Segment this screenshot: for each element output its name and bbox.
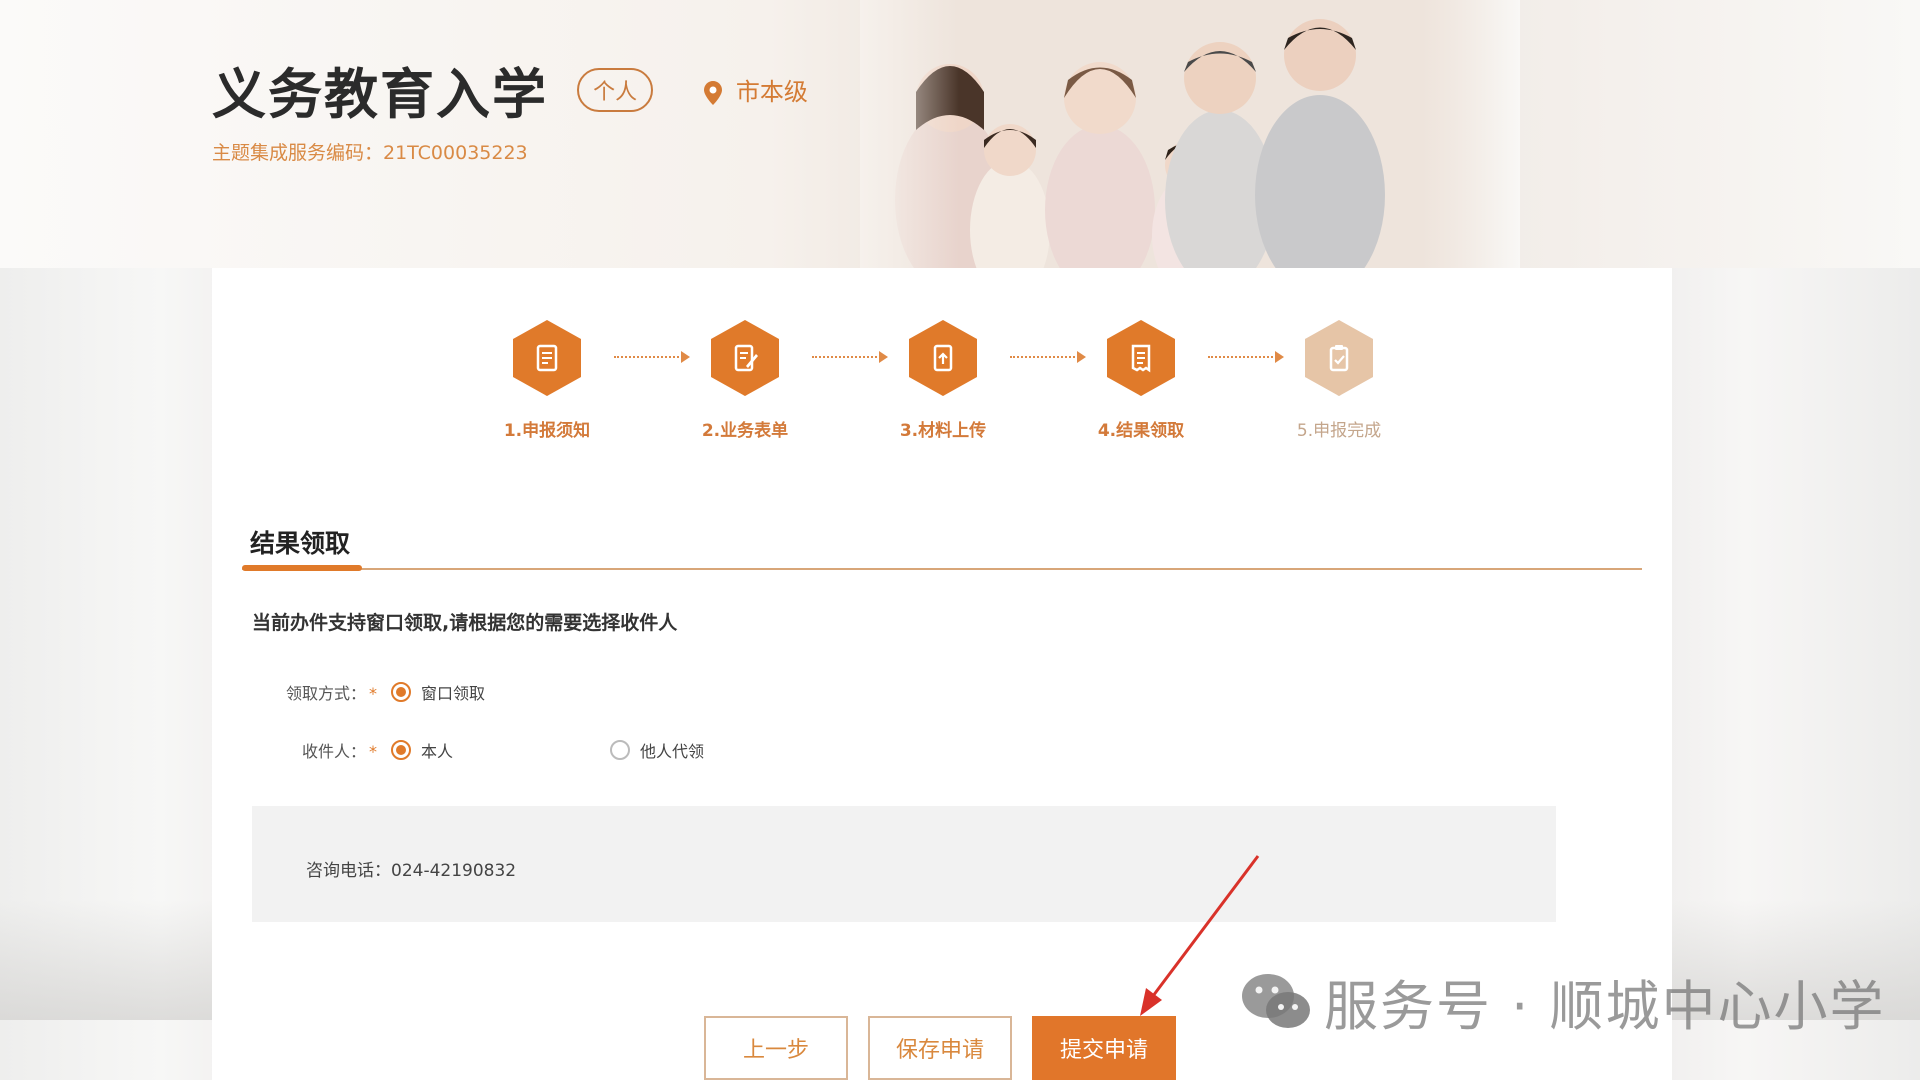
service-code: 主题集成服务编码：21TC00035223 (212, 142, 528, 164)
page-title: 义务教育入学 (212, 63, 548, 126)
pickup-window-label[interactable]: 窗口领取 (421, 680, 485, 704)
step-2[interactable]: 2.业务表单 (685, 320, 805, 441)
wechat-icon (1242, 973, 1310, 1028)
step-arrow (1010, 351, 1086, 363)
recipient-label: 收件人： (301, 742, 366, 761)
step-4[interactable]: 4.结果领取 (1081, 320, 1201, 441)
required-mark: * (369, 742, 377, 761)
step-label: 2.业务表单 (701, 421, 789, 441)
step-5[interactable]: 5.申报完成 (1279, 320, 1399, 441)
consult-phone: 咨询电话：024-42190832 (306, 861, 517, 881)
step-label: 5.申报完成 (1296, 421, 1382, 441)
recipient-row: 收件人： * 本人 他人代领 (272, 738, 704, 762)
progress-steps: 1.申报须知 2.业务表单 3.材料上传 4.结果领取 5.申报完成 (212, 320, 1672, 441)
step-arrow (1208, 351, 1284, 363)
upload-icon (933, 344, 953, 372)
step-arrow (812, 351, 888, 363)
complete-icon (1329, 345, 1349, 372)
section-accent (242, 565, 362, 571)
pickup-method-label: 领取方式： (285, 684, 366, 703)
step-3[interactable]: 3.材料上传 (883, 320, 1003, 441)
info-box: 咨询电话：024-42190832 (252, 806, 1556, 922)
recipient-other-radio[interactable] (610, 740, 630, 760)
receipt-icon (1131, 344, 1151, 373)
location-selector[interactable]: 市本级 (704, 72, 808, 107)
watermark-text: 服务号 · 顺城中心小学 (1324, 975, 1886, 1038)
pickup-window-radio[interactable] (391, 682, 411, 702)
family-photo (860, 0, 1520, 268)
step-label: 3.材料上传 (899, 421, 987, 441)
location-pin-icon (704, 81, 723, 105)
section-title: 结果领取 (250, 529, 351, 558)
pickup-method-row: 领取方式： * 窗口领取 (272, 680, 485, 704)
instruction-text: 当前办件支持窗口领取,请根据您的需要选择收件人 (252, 612, 678, 634)
person-tag: 个人 (577, 67, 654, 112)
main-card: 1.申报须知 2.业务表单 3.材料上传 4.结果领取 5.申报完成 结果领取 … (212, 268, 1672, 1080)
prev-step-button[interactable]: 上一步 (704, 1016, 848, 1080)
recipient-self-label[interactable]: 本人 (421, 738, 596, 762)
notice-icon (536, 344, 558, 372)
submit-application-button[interactable]: 提交申请 (1032, 1016, 1176, 1080)
form-icon (734, 344, 758, 372)
required-mark: * (369, 684, 377, 703)
step-label: 1.申报须知 (503, 421, 591, 441)
step-1[interactable]: 1.申报须知 (487, 320, 607, 441)
step-label: 4.结果领取 (1097, 421, 1185, 441)
watermark: 服务号 · 顺城中心小学 (1240, 962, 1886, 1041)
recipient-other-label[interactable]: 他人代领 (640, 738, 704, 762)
header-banner: 义务教育入学 个人 市本级 主题集成服务编码：21TC00035223 (0, 0, 1920, 268)
save-application-button[interactable]: 保存申请 (868, 1016, 1012, 1080)
recipient-self-radio[interactable] (391, 740, 411, 760)
location-label: 市本级 (735, 78, 808, 106)
step-arrow (614, 351, 690, 363)
section-divider (242, 568, 1642, 570)
